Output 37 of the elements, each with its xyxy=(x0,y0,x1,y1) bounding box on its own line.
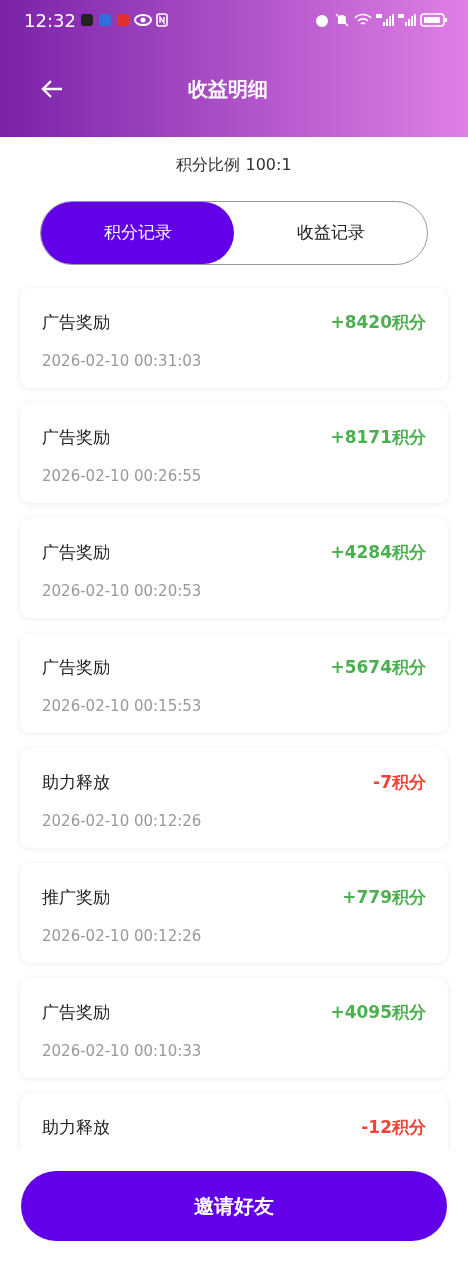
record-time: 2026-02-10 00:12:26 xyxy=(42,926,202,945)
record-time: 2026-02-10 00:12:26 xyxy=(42,811,202,830)
record-title: 广告奖励 xyxy=(42,656,110,679)
nfc-icon xyxy=(155,13,168,27)
wifi-icon xyxy=(354,13,372,27)
record-title: 助力释放 xyxy=(42,1116,110,1139)
points-ratio: 积分比例 100:1 xyxy=(176,155,292,174)
record-time: 2026-02-10 00:31:03 xyxy=(42,351,202,370)
back-icon[interactable] xyxy=(40,77,64,100)
record-title: 助力释放 xyxy=(42,771,110,794)
mute-icon xyxy=(334,12,350,28)
record-time: 2026-02-10 00:20:53 xyxy=(42,581,202,600)
record-amount: +5674积分 xyxy=(330,656,426,679)
status-time: 12:32 xyxy=(24,8,76,33)
signal-icon xyxy=(398,13,416,27)
record-title: 推广奖励 xyxy=(42,886,110,909)
signal-icon xyxy=(376,13,394,27)
record-title: 广告奖励 xyxy=(42,541,110,564)
eye-icon xyxy=(133,13,152,27)
invite-friends-button[interactable]: 邀请好友 xyxy=(21,1171,447,1241)
record-amount: +8171积分 xyxy=(330,426,426,449)
page-title: 收益明细 xyxy=(188,75,268,103)
record-amount: +4095积分 xyxy=(330,1001,426,1024)
record-time: 2026-02-10 00:10:33 xyxy=(42,1041,202,1060)
tab[interactable]: 收益记录 xyxy=(234,202,427,264)
record-amount: +4284积分 xyxy=(330,541,426,564)
record-time: 2026-02-10 00:26:55 xyxy=(42,466,202,485)
tab[interactable]: 积分记录 xyxy=(41,202,234,264)
record-amount: +779积分 xyxy=(342,886,426,909)
record-amount: -7积分 xyxy=(373,771,426,794)
record-title: 广告奖励 xyxy=(42,426,110,449)
record-amount: -12积分 xyxy=(361,1116,426,1139)
record-title: 广告奖励 xyxy=(42,1001,110,1024)
battery-icon xyxy=(420,13,448,27)
record-time: 2026-02-10 00:15:53 xyxy=(42,696,202,715)
record-title: 广告奖励 xyxy=(42,311,110,334)
record-amount: +8420积分 xyxy=(330,311,426,334)
